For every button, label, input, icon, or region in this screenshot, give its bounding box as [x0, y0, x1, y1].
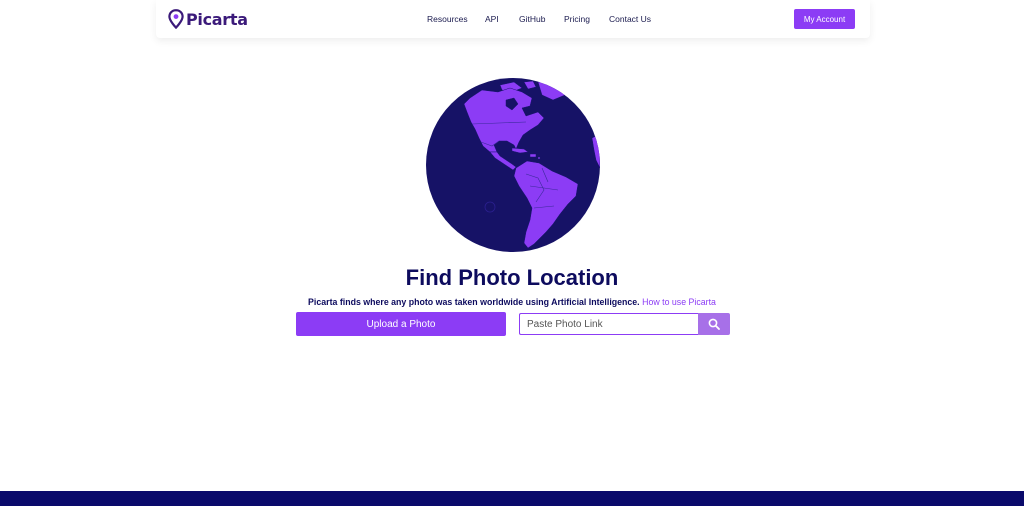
search-button[interactable]	[698, 313, 730, 335]
page-subtitle: Picarta finds where any photo was taken …	[0, 297, 1024, 307]
main-nav: Resources API GitHub Pricing Contact Us	[156, 0, 870, 38]
page: Picarta Resources API GitHub Pricing Con…	[0, 0, 1024, 506]
subtitle-text: Picarta finds where any photo was taken …	[308, 297, 640, 307]
top-header: Picarta Resources API GitHub Pricing Con…	[156, 0, 870, 38]
nav-link-github[interactable]: GitHub	[519, 14, 545, 24]
globe-americas-icon	[426, 78, 600, 252]
brand-logo[interactable]: Picarta	[168, 8, 248, 30]
footer-band	[0, 491, 1024, 506]
nav-link-pricing[interactable]: Pricing	[564, 14, 590, 24]
photo-link-input[interactable]	[519, 313, 699, 335]
nav-link-api[interactable]: API	[485, 14, 499, 24]
upload-photo-button[interactable]: Upload a Photo	[296, 312, 506, 336]
my-account-button[interactable]: My Account	[794, 9, 855, 29]
brand-name: Picarta	[186, 9, 248, 29]
search-icon	[708, 318, 720, 330]
nav-link-resources[interactable]: Resources	[427, 14, 468, 24]
location-pin-logo-icon	[168, 9, 184, 29]
how-to-use-link[interactable]: How to use Picarta	[642, 297, 716, 307]
nav-link-contact-us[interactable]: Contact Us	[609, 14, 651, 24]
page-title: Find Photo Location	[405, 265, 619, 290]
